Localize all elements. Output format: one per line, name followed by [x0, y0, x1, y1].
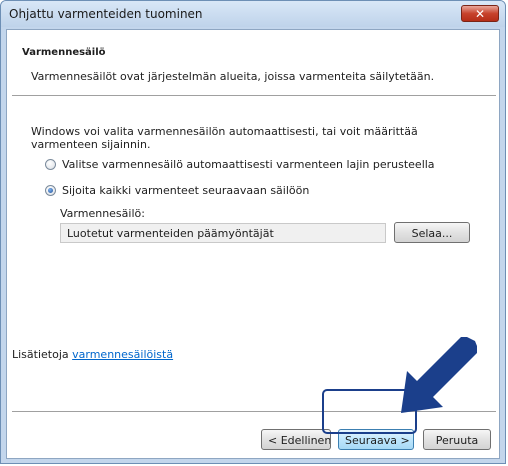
radio-button-checked[interactable]: [45, 184, 56, 196]
intro-text: Windows voi valita varmennesäilön automa…: [31, 125, 418, 151]
page-description: Varmennesäilöt ovat järjestelmän alueita…: [31, 70, 435, 83]
arrow-icon: [401, 337, 477, 413]
cancel-button[interactable]: Peruuta: [423, 429, 491, 450]
back-button[interactable]: < Edellinen: [261, 429, 331, 450]
window-title: Ohjattu varmenteiden tuominen: [9, 7, 203, 21]
radio-option-manual[interactable]: Sijoita kaikki varmenteet seuraavaan säi…: [45, 183, 309, 197]
title-bar: Ohjattu varmenteiden tuominen ✕: [1, 1, 505, 27]
page-title: Varmennesäilö: [22, 47, 106, 58]
radio-option-auto[interactable]: Valitse varmennesäilö automaattisesti va…: [45, 157, 435, 171]
radio-button[interactable]: [45, 158, 56, 170]
radio-label-auto: Valitse varmennesäilö automaattisesti va…: [62, 157, 435, 171]
header-divider: [12, 95, 496, 97]
store-label: Varmennesäilö:: [60, 207, 145, 220]
store-help-link[interactable]: varmennesäilöistä: [72, 348, 173, 361]
close-button[interactable]: ✕: [461, 5, 499, 22]
radio-label-manual: Sijoita kaikki varmenteet seuraavaan säi…: [62, 183, 310, 197]
more-info-prefix: Lisätietoja: [12, 348, 69, 361]
store-field[interactable]: Luotetut varmenteiden päämyöntäjät: [60, 223, 386, 243]
import-wizard-window: Ohjattu varmenteiden tuominen ✕ Varmenne…: [0, 0, 506, 464]
browse-button[interactable]: Selaa...: [394, 222, 470, 243]
more-info: Lisätietoja varmennesäilöistä: [12, 348, 173, 361]
